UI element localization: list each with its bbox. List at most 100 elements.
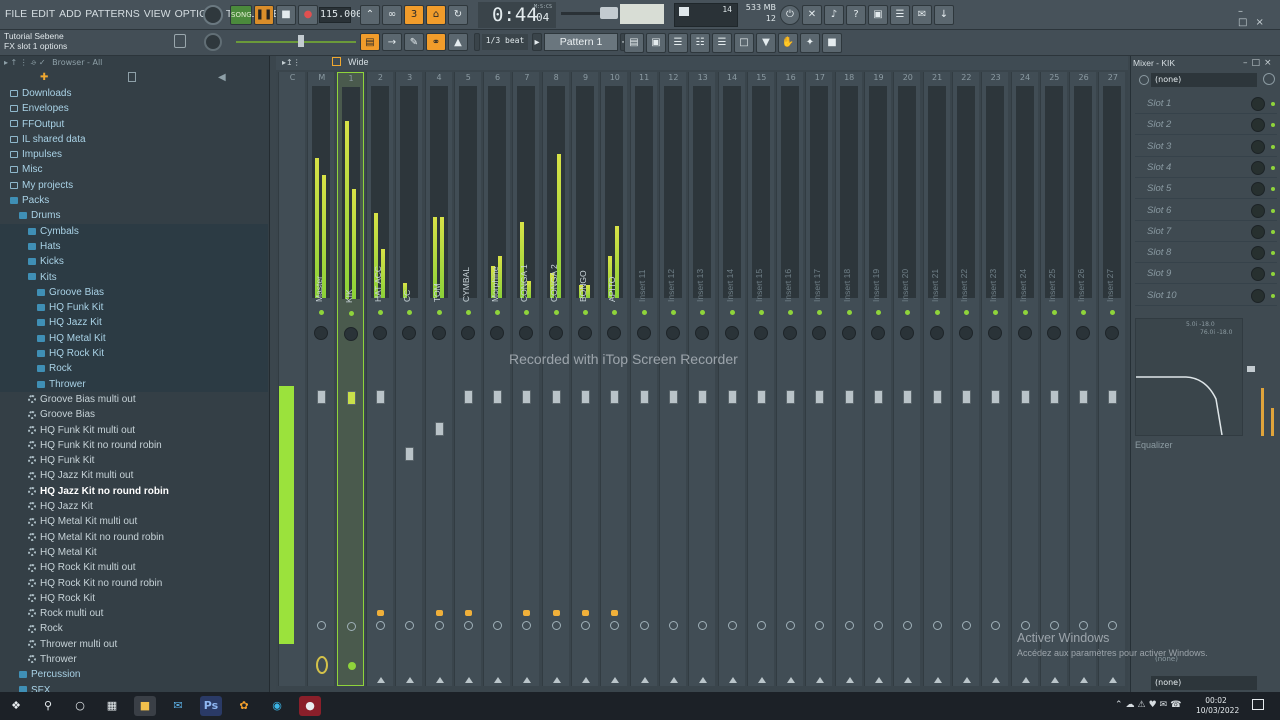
volume-fader[interactable] <box>581 390 590 404</box>
volume-fader[interactable] <box>756 390 766 404</box>
plugin-icon[interactable]: ▼ <box>756 33 776 53</box>
browser-item[interactable]: Rock <box>0 361 268 377</box>
fx-slot[interactable]: Slot 8 <box>1135 243 1277 264</box>
playlist-icon[interactable]: ▤ <box>360 33 380 51</box>
browser-item[interactable]: Rock <box>0 621 268 636</box>
menu-file[interactable]: FILE <box>5 8 27 20</box>
mixer-view-icon[interactable] <box>332 57 341 66</box>
route-knob[interactable] <box>874 621 883 630</box>
route-arrow-icon[interactable] <box>787 677 796 683</box>
route-knob[interactable] <box>551 621 561 630</box>
browser-add-icon[interactable]: ✚ <box>40 72 48 83</box>
mixer-strip[interactable]: 15 Insert 15 <box>746 72 774 686</box>
browser-item[interactable]: Percussion <box>0 667 268 682</box>
mixer-strip[interactable]: 16 Insert 16 <box>776 72 804 686</box>
browser-item[interactable]: My projects <box>0 178 268 193</box>
route-arrow-icon[interactable] <box>640 677 649 683</box>
volume-fader[interactable] <box>522 390 532 404</box>
pan-knob[interactable] <box>607 326 622 340</box>
search-icon[interactable]: ⚲ <box>37 696 59 716</box>
mixer-strip[interactable]: 27 Insert 27 <box>1098 72 1126 686</box>
mixer-strip[interactable]: 23 Insert 23 <box>981 72 1009 686</box>
volume-fader[interactable] <box>1108 390 1118 404</box>
route-arrow-icon[interactable] <box>435 677 444 683</box>
mixer-strip[interactable]: 14 Insert 14 <box>717 72 745 686</box>
route-arrow-icon[interactable] <box>699 677 708 683</box>
browser-item[interactable]: HQ Rock Kit no round robin <box>0 576 268 591</box>
snap-arrow[interactable] <box>474 33 480 51</box>
pan-knob[interactable] <box>402 326 417 340</box>
output-selector[interactable]: (none) <box>1151 676 1257 690</box>
metronome-icon[interactable]: ⌃ <box>360 5 380 25</box>
send-indicator[interactable] <box>582 610 589 616</box>
piano-roll-icon[interactable]: ▣ <box>646 33 666 53</box>
file-explorer-icon[interactable]: ■ <box>134 696 156 716</box>
route-knob[interactable] <box>522 621 532 630</box>
mixer-strip[interactable]: 18 Insert 18 <box>834 72 862 686</box>
fx-slot[interactable]: Slot 5 <box>1135 179 1277 200</box>
fx-slot-mix-knob[interactable] <box>1251 203 1265 218</box>
route-knob[interactable] <box>1020 621 1030 630</box>
route-knob[interactable] <box>961 621 971 630</box>
route-arrow-icon[interactable] <box>523 677 532 683</box>
cortana-icon[interactable]: ○ <box>69 696 91 716</box>
browser-item[interactable]: Groove Bias multi out <box>0 392 268 407</box>
send-indicator[interactable] <box>464 610 472 616</box>
playlist-view-icon[interactable]: ▤ <box>624 33 644 53</box>
volume-fader[interactable] <box>405 447 415 461</box>
volume-fader[interactable] <box>317 390 327 404</box>
strip-enable-led[interactable] <box>553 310 559 315</box>
route-arrow-icon[interactable] <box>904 677 913 683</box>
tempo-display[interactable]: 115.000 <box>319 7 362 23</box>
browser-item[interactable]: HQ Funk Kit <box>0 453 268 468</box>
volume-fader[interactable] <box>844 390 854 404</box>
fx-slot-mix-knob[interactable] <box>1251 224 1265 239</box>
next-icon[interactable]: → <box>382 33 402 51</box>
mixer-strip[interactable]: 10 APITO <box>600 72 628 686</box>
power-icon[interactable]: ⏻ <box>780 5 800 25</box>
strip-enable-led[interactable] <box>524 310 530 315</box>
master-pitch-knob[interactable] <box>204 33 222 51</box>
main-volume-knob[interactable] <box>203 5 223 25</box>
stop-button[interactable]: ■ <box>276 5 296 25</box>
mixer-strip[interactable]: 24 Insert 24 <box>1010 72 1038 686</box>
volume-fader[interactable] <box>668 390 678 404</box>
fx-slot-enable-led[interactable] <box>1271 293 1275 298</box>
tools-icon[interactable]: ✕ <box>802 5 822 25</box>
route-knob[interactable] <box>668 621 678 630</box>
mixer-view-icon[interactable]: ☷ <box>690 33 710 53</box>
fx-slot[interactable]: Slot 3 <box>1135 137 1277 157</box>
route-knob[interactable] <box>991 621 1001 630</box>
volume-fader[interactable] <box>815 390 825 404</box>
current-icon[interactable] <box>316 656 328 674</box>
browser-item[interactable]: Groove Bias <box>0 407 268 422</box>
browser-item[interactable]: Groove Bias <box>0 284 268 301</box>
browser-item[interactable]: HQ Funk Kit <box>0 300 268 316</box>
route-knob[interactable] <box>727 621 737 630</box>
volume-fader[interactable] <box>463 390 473 404</box>
mixer-strip[interactable]: 22 Insert 22 <box>951 72 979 686</box>
fx-slot-enable-led[interactable] <box>1271 229 1275 234</box>
route-knob[interactable] <box>610 621 620 630</box>
route-arrow-icon[interactable] <box>816 677 825 683</box>
strip-enable-led[interactable] <box>700 310 706 315</box>
save-icon[interactable]: ▣ <box>868 5 888 25</box>
strip-enable-led[interactable] <box>583 310 588 315</box>
browser-item[interactable]: HQ Rock Kit <box>0 591 268 606</box>
strip-enable-led[interactable] <box>319 310 325 315</box>
volume-fader[interactable] <box>932 390 942 404</box>
browser-item[interactable]: Kits <box>0 269 268 285</box>
strip-enable-led[interactable] <box>934 310 940 315</box>
route-knob[interactable] <box>932 621 942 630</box>
help-icon[interactable]: ? <box>846 5 866 25</box>
browser-item[interactable]: HQ Funk Kit no round robin <box>0 438 268 453</box>
volume-fader[interactable] <box>610 390 620 404</box>
fx-slot-enable-led[interactable] <box>1271 144 1275 149</box>
browser-item[interactable]: HQ Jazz Kit multi out <box>0 468 268 483</box>
mixer-strip[interactable]: 1 KIK <box>336 72 364 686</box>
file-icon[interactable]: □ <box>734 33 754 53</box>
route-knob[interactable] <box>815 621 825 630</box>
mixer-strip[interactable]: 5 CYMBAL <box>453 72 481 686</box>
fx-slot[interactable]: Slot 9 <box>1135 264 1277 285</box>
pan-knob[interactable] <box>958 326 973 340</box>
